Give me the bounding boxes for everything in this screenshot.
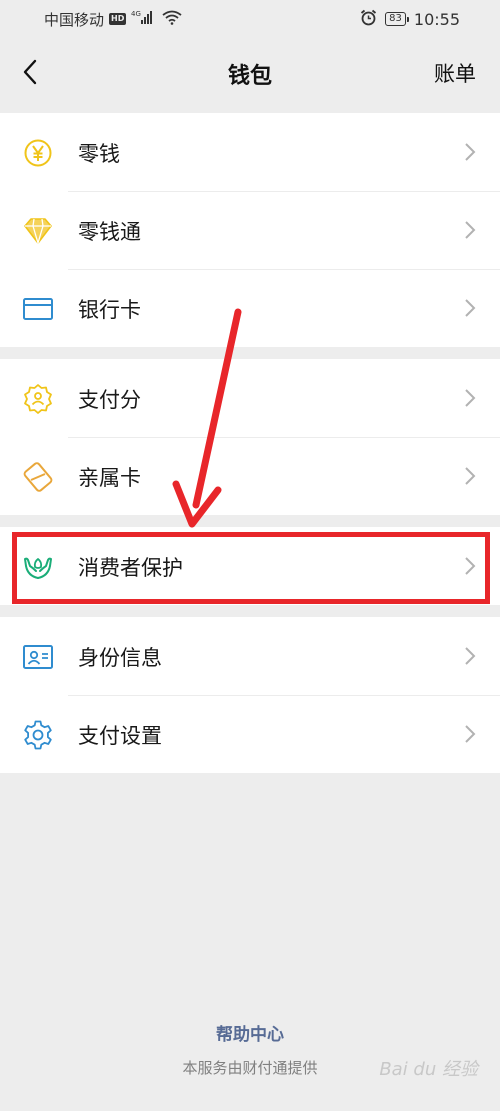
hands-protect-icon <box>22 551 54 583</box>
status-bar: 中国移动 HD 4G 83 10:55 <box>0 0 500 38</box>
menu-item-label: 支付分 <box>78 388 141 412</box>
alarm-icon <box>360 9 377 30</box>
navigation-bar: 钱包 账单 <box>0 38 500 108</box>
menu-item-family-card[interactable]: 亲属卡 <box>0 437 500 515</box>
wallet-group-credit: 支付分 亲属卡 <box>0 359 500 515</box>
chevron-right-icon <box>465 467 476 485</box>
chevron-right-icon <box>465 725 476 743</box>
wifi-icon <box>162 10 182 29</box>
page-title: 钱包 <box>227 64 272 89</box>
signal-icon: 4G <box>131 10 157 28</box>
coin-yen-icon <box>22 137 54 169</box>
diamond-icon <box>22 215 54 247</box>
status-bar-left: 中国移动 HD 4G <box>44 9 182 30</box>
menu-item-payment-settings[interactable]: 支付设置 <box>0 695 500 773</box>
menu-item-change[interactable]: 零钱 <box>0 113 500 191</box>
help-center-link[interactable]: 帮助中心 <box>0 1020 500 1045</box>
menu-item-label: 身份信息 <box>78 646 162 670</box>
network-type-label: 4G <box>131 10 141 18</box>
menu-item-label: 银行卡 <box>78 298 141 322</box>
chevron-right-icon <box>465 647 476 665</box>
bill-button[interactable]: 账单 <box>434 58 476 88</box>
menu-item-label: 亲属卡 <box>78 466 141 490</box>
bank-card-icon <box>22 293 54 325</box>
hd-badge: HD <box>109 13 127 25</box>
wallet-group-balance: 零钱 零钱通 银行卡 <box>0 113 500 347</box>
chevron-right-icon <box>465 557 476 575</box>
chevron-right-icon <box>465 389 476 407</box>
menu-item-bank-card[interactable]: 银行卡 <box>0 269 500 347</box>
chevron-right-icon <box>465 221 476 239</box>
status-time: 10:55 <box>413 9 460 29</box>
baidu-watermark: Bai du 经验 <box>379 1059 478 1080</box>
menu-item-label: 零钱 <box>78 142 120 166</box>
wallet-group-protection: 消费者保护 <box>0 527 500 605</box>
menu-item-label: 支付设置 <box>78 724 162 748</box>
battery-indicator: 83 <box>385 12 409 26</box>
menu-item-label: 零钱通 <box>78 220 141 244</box>
status-bar-right: 83 10:55 <box>360 9 460 30</box>
chevron-right-icon <box>465 299 476 317</box>
carrier-name: 中国移动 <box>44 10 105 29</box>
menu-item-label: 消费者保护 <box>78 556 183 580</box>
wallet-group-settings: 身份信息 支付设置 <box>0 617 500 773</box>
menu-item-lingqiantong[interactable]: 零钱通 <box>0 191 500 269</box>
chevron-right-icon <box>465 143 476 161</box>
menu-item-identity-info[interactable]: 身份信息 <box>0 617 500 695</box>
id-card-icon <box>22 641 54 673</box>
gear-icon <box>22 719 54 751</box>
family-card-icon <box>22 461 54 493</box>
menu-item-payment-score[interactable]: 支付分 <box>0 359 500 437</box>
score-badge-icon <box>22 383 54 415</box>
menu-item-consumer-protection[interactable]: 消费者保护 <box>0 527 500 605</box>
